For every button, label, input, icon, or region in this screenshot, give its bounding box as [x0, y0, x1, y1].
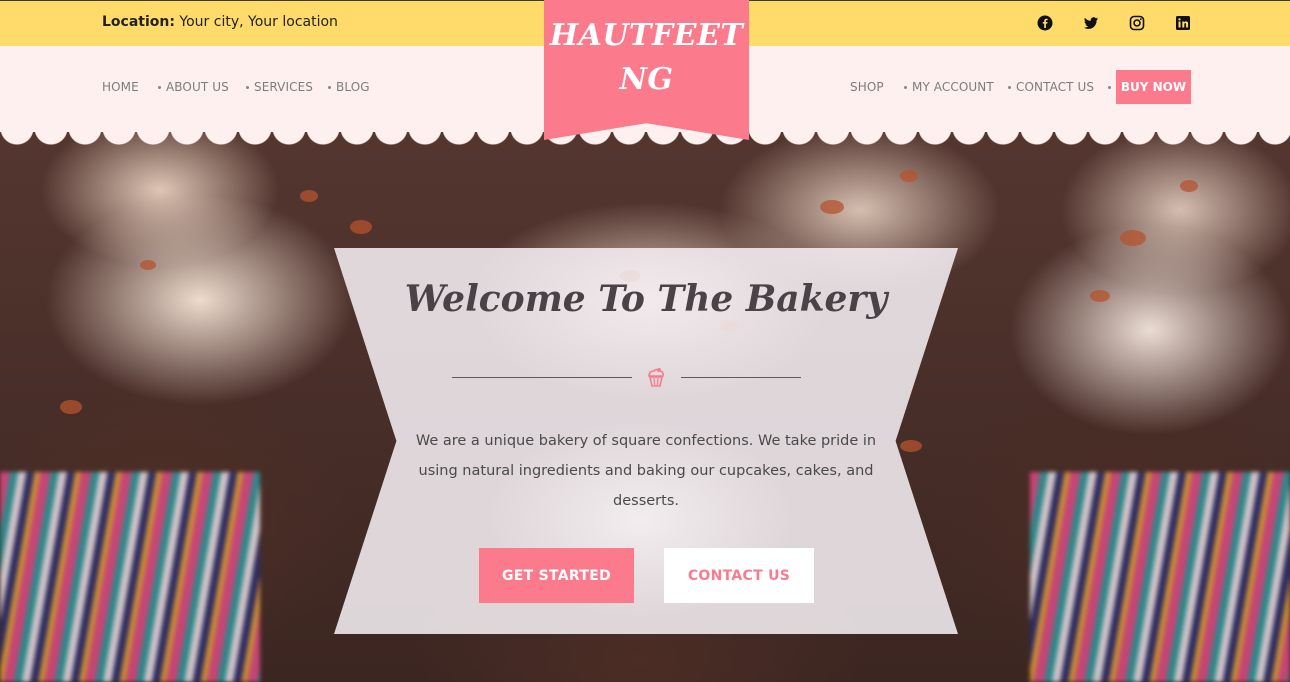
location-text: Location: Your city, Your location — [102, 14, 338, 30]
hero-title: Welcome To The Bakery — [404, 278, 888, 320]
nav-separator — [1008, 86, 1011, 89]
sprinkle — [350, 220, 372, 234]
nav-about-us[interactable]: ABOUT US — [166, 80, 229, 94]
contact-us-button[interactable]: CONTACT US — [664, 548, 814, 603]
nav-separator — [246, 86, 249, 89]
location-value: Your city, Your location — [179, 14, 338, 30]
cupcake-liner-right — [1030, 472, 1290, 682]
sprinkle — [1090, 290, 1110, 302]
sprinkle — [1120, 230, 1146, 246]
sprinkle — [60, 400, 82, 414]
site-logo[interactable]: HAUTFEET NG — [544, 0, 749, 140]
facebook-icon[interactable] — [1037, 15, 1053, 31]
sprinkle — [300, 190, 318, 202]
twitter-icon[interactable] — [1083, 15, 1099, 31]
scalloped-edge — [0, 128, 1290, 146]
nav-separator — [328, 86, 331, 89]
divider-line-left — [452, 377, 632, 378]
nav-separator — [904, 86, 907, 89]
sprinkle — [820, 200, 844, 214]
cupcake-liner-left — [0, 472, 260, 682]
logo-text: HAUTFEET NG — [544, 14, 749, 102]
logo-line-2: NG — [619, 62, 674, 97]
buy-now-button[interactable]: BUY NOW — [1116, 70, 1191, 104]
nav-home[interactable]: HOME — [102, 80, 139, 94]
sprinkle — [900, 170, 918, 182]
nav-shop[interactable]: SHOP — [850, 80, 884, 94]
sprinkle — [900, 440, 922, 452]
sprinkle — [1180, 180, 1198, 192]
hero-description: We are a unique bakery of square confect… — [415, 433, 877, 509]
instagram-icon[interactable] — [1129, 15, 1145, 31]
linkedin-icon[interactable] — [1175, 15, 1191, 31]
nav-separator — [1108, 86, 1111, 89]
location-label: Location: — [102, 14, 175, 30]
nav-services[interactable]: SERVICES — [254, 80, 313, 94]
nav-separator — [158, 86, 161, 89]
divider-line-right — [681, 377, 801, 378]
nav-blog[interactable]: BLOG — [336, 80, 370, 94]
get-started-button[interactable]: GET STARTED — [479, 548, 634, 603]
nav-contact-us[interactable]: CONTACT US — [1016, 80, 1094, 94]
nav-my-account[interactable]: MY ACCOUNT — [912, 80, 994, 94]
sprinkle — [140, 260, 156, 270]
cupcake-icon — [648, 368, 664, 387]
logo-line-1: HAUTFEET — [549, 18, 744, 53]
